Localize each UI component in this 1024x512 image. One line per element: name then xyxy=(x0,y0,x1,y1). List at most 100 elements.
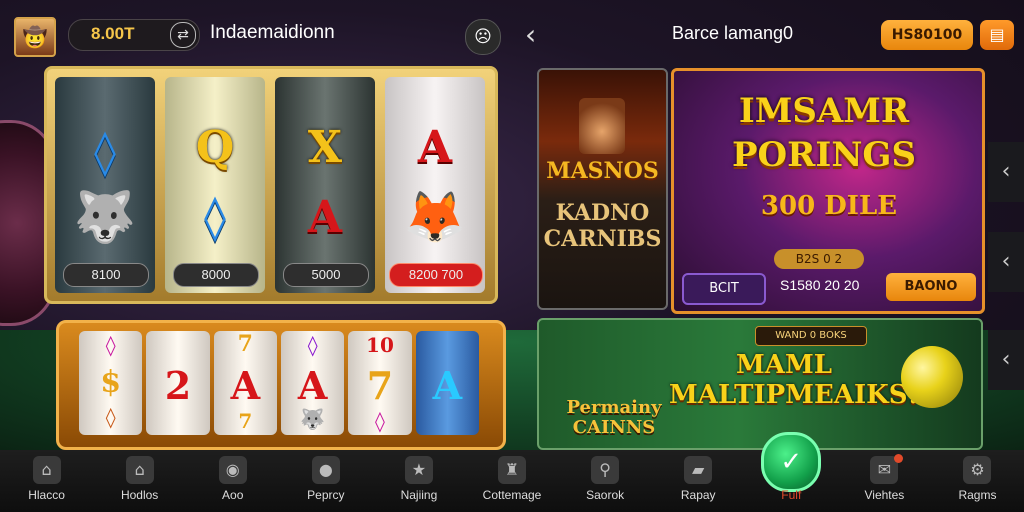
coin-icon: ● xyxy=(311,456,340,484)
reel-symbol: X xyxy=(307,122,343,173)
nav-label: Hlacco xyxy=(28,488,65,502)
balance-pill[interactable]: 8.00T ⇄ xyxy=(68,19,200,51)
nav-label: Rapay xyxy=(680,488,716,502)
reel-symbol: 🐺 xyxy=(300,407,326,431)
reel-symbol: 2 xyxy=(164,363,192,408)
nav-item-rapay[interactable]: ▰ Rapay xyxy=(652,450,745,512)
golden-ball-image xyxy=(901,346,963,408)
promo-card-subtitle: KADNO CARNIBS xyxy=(543,200,662,252)
nav-item-peprcy[interactable]: ● Peprcy xyxy=(279,450,372,512)
check-icon: ✓ xyxy=(761,432,822,492)
nav-item-fulf-active[interactable]: ✓ Fulf xyxy=(745,432,838,512)
reel-symbol: ◊ xyxy=(307,333,318,357)
crown-icon: ♜ xyxy=(498,456,527,484)
nav-item-hlacco[interactable]: ⌂ Hlacco xyxy=(0,450,93,512)
reel-symbol: A xyxy=(307,192,343,243)
nav-label: Viehtes xyxy=(864,488,905,502)
slot-column: A xyxy=(415,331,479,435)
carousel-prev-icon[interactable]: ‹ xyxy=(988,232,1024,292)
nav-item-cottemage[interactable]: ♜ Cottemage xyxy=(465,450,558,512)
carousel-prev-icon[interactable]: ‹ xyxy=(988,142,1024,202)
nav-item-najiing[interactable]: ★ Najiing xyxy=(372,450,465,512)
promo-card-main[interactable]: IMSAMR PORINGS 300 DILE B2S 0 2 BCIT S15… xyxy=(671,68,985,314)
banner-badge: WAND 0 BOKS xyxy=(755,326,867,346)
user-avatar[interactable]: 🤠 xyxy=(14,17,56,57)
slot-column: 10 7 ◊ xyxy=(348,331,412,435)
promo-chip-label: B2S 0 2 xyxy=(774,249,864,269)
sad-face-icon: ☹ xyxy=(474,27,492,47)
reel-symbol: ◊ xyxy=(204,192,226,243)
promo-action-button[interactable]: BAONO xyxy=(886,273,976,301)
wallet-button[interactable]: ▤ xyxy=(980,20,1014,50)
reel-symbol: ◊ xyxy=(375,409,385,433)
slot-machine-secondary[interactable]: ◊ $ ◊ 2 7 A 7 ◊ A 🐺 10 7 ◊ A xyxy=(56,320,506,450)
back-icon[interactable]: ‹ xyxy=(525,18,536,51)
search-icon: ⚲ xyxy=(591,456,620,484)
exchange-icon[interactable]: ⇄ xyxy=(170,22,196,48)
nav-label: Saorok xyxy=(586,488,625,502)
nav-item-hodlos[interactable]: ⌂ Hodlos xyxy=(93,450,186,512)
nav-label: Peprcy xyxy=(307,488,345,502)
promo-title: IMSAMR PORINGS xyxy=(731,91,916,175)
left-page-title: Indaemaidionn xyxy=(210,22,335,43)
nav-item-aoo[interactable]: ◉ Aoo xyxy=(186,450,279,512)
nav-label: Ragms xyxy=(958,488,997,502)
bottom-navigation: ⌂ Hlacco ⌂ Hodlos ◉ Aoo ● Peprcy ★ Najii… xyxy=(0,432,1024,512)
nav-item-saorok[interactable]: ⚲ Saorok xyxy=(559,450,652,512)
reel-symbol: 10 xyxy=(366,333,394,357)
reel-symbol: $ xyxy=(100,365,122,400)
carousel-prev-icon[interactable]: ‹ xyxy=(988,330,1024,390)
reel-symbol: 7 xyxy=(366,363,394,408)
reel-symbol: 7 xyxy=(238,409,253,433)
slot-column: ◊ $ ◊ xyxy=(79,331,143,435)
nav-label: Cottemage xyxy=(482,488,542,502)
reel-symbol: ◊ xyxy=(105,333,116,357)
promo-banner[interactable]: WAND 0 BOKS MAML MALTIPMEAIKS! Permainy … xyxy=(537,318,983,450)
home-icon: ⌂ xyxy=(32,456,61,484)
reel-symbol: Q xyxy=(195,122,235,173)
eye-icon: ◉ xyxy=(218,456,247,484)
reel-bet-label: 8000 xyxy=(173,263,259,287)
right-page-title: Barce lamang0 xyxy=(672,23,794,43)
slot-column: 7 A 7 xyxy=(213,331,277,435)
notification-button[interactable]: ☹ xyxy=(465,19,501,55)
banner-left-title: Permainy CAINNS xyxy=(566,397,662,438)
slot-reels-row: ◊ $ ◊ 2 7 A 7 ◊ A 🐺 10 7 ◊ A xyxy=(79,331,479,435)
nav-label: Aoo xyxy=(222,488,244,502)
nav-label: Fulf xyxy=(781,488,802,502)
slot-machine-primary[interactable]: ◊ 🐺 8100 Q ◊ 8000 X A 5000 A 🦊 8200 700 xyxy=(44,66,498,304)
banner-title: MAML MALTIPMEAIKS! xyxy=(669,350,919,410)
reel-bet-label: 8100 xyxy=(63,263,149,287)
house-icon: ⌂ xyxy=(125,456,154,484)
reel-symbol: 🐺 xyxy=(73,187,137,246)
star-icon: ★ xyxy=(404,456,433,484)
reel-symbol: ◊ xyxy=(105,405,116,429)
nav-label: Hodlos xyxy=(120,488,159,502)
notification-dot xyxy=(893,454,903,463)
nav-label: Najiing xyxy=(400,488,438,502)
coins-button[interactable]: HS80100 xyxy=(881,20,973,50)
card-icon: ▰ xyxy=(684,456,713,484)
balance-value: 8.00T xyxy=(91,24,135,43)
slot-reel[interactable]: A 🦊 8200 700 xyxy=(385,77,485,293)
reel-bet-label: 5000 xyxy=(283,263,369,287)
slot-column: 2 xyxy=(146,331,210,435)
slot-column: ◊ A 🐺 xyxy=(280,331,345,435)
reel-symbol: 🦊 xyxy=(403,187,467,246)
reel-symbol: A xyxy=(432,363,463,408)
slot-reel[interactable]: Q ◊ 8000 xyxy=(165,77,265,293)
wallet-icon: ▤ xyxy=(989,25,1005,44)
slot-reel[interactable]: ◊ 🐺 8100 xyxy=(55,77,155,293)
nav-item-viehtes[interactable]: ✉ Viehtes xyxy=(838,450,931,512)
promo-card-title: MASNOS xyxy=(546,158,659,184)
reel-symbol: A xyxy=(417,122,453,173)
reel-bet-label: 8200 700 xyxy=(389,263,483,287)
gear-icon: ⚙ xyxy=(963,456,992,484)
slot-reel[interactable]: X A 5000 xyxy=(275,77,375,293)
nav-item-ragms[interactable]: ⚙ Ragms xyxy=(931,450,1024,512)
promo-card-masnos[interactable]: MASNOS KADNO CARNIBS xyxy=(537,68,668,310)
cowboy-character-image xyxy=(579,98,625,154)
bet-amount: S1580 20 20 xyxy=(780,277,860,293)
reel-symbol: A xyxy=(230,363,261,408)
bet-button[interactable]: BCIT xyxy=(682,273,766,305)
